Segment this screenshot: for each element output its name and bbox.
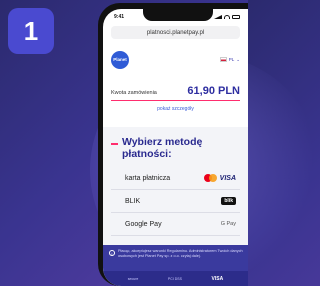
method-label: BLIK — [125, 197, 141, 205]
method-label: Google Pay — [125, 220, 162, 228]
phone-frame: 9:41 platnosci.planetpay.pl Planet PL ⌄ … — [98, 3, 248, 286]
language-code: PL — [228, 57, 235, 62]
mastercard-visa-logos: VISA — [203, 174, 236, 183]
phone-screen: 9:41 platnosci.planetpay.pl Planet PL ⌄ … — [103, 9, 248, 286]
wifi-icon — [224, 15, 230, 19]
payment-methods-panel: Wybierz metodę płatności: karta płatnicz… — [103, 127, 248, 245]
security-footer: secure PCI DSS VISA — [103, 271, 248, 286]
step-number-badge: 1 — [8, 8, 54, 54]
planet-logo: Planet — [111, 50, 129, 69]
payment-methods-title: Wybierz metodę płatności: — [111, 136, 240, 160]
battery-icon — [232, 15, 240, 19]
title-line-2: płatności: — [122, 147, 172, 160]
method-google-pay[interactable]: Google Pay G Pay — [111, 213, 240, 237]
blik-logo: blik — [221, 197, 236, 206]
phone-notch — [143, 9, 213, 21]
step-number: 1 — [23, 15, 39, 46]
consent-text: Płacąc, akceptujesz warunki Regulaminu. … — [118, 249, 243, 259]
language-selector[interactable]: PL ⌄ — [219, 56, 240, 63]
logo-text: Planet — [113, 57, 127, 62]
payment-methods-list: karta płatnicza VISA BLIK blik Google Pa… — [111, 167, 240, 237]
mastercard-icon — [203, 174, 217, 183]
poland-flag-icon — [219, 57, 227, 62]
footer-item-visa: VISA — [211, 275, 224, 282]
url-text: platnosci.planetpay.pl — [146, 29, 205, 36]
method-blik[interactable]: BLIK blik — [111, 190, 240, 214]
footer-item-secure: secure — [127, 276, 139, 281]
title-line-1: Wybierz metodę — [122, 136, 203, 148]
status-icons — [214, 15, 240, 19]
order-amount: Kwota zamówienia 61,90 PLN — [111, 81, 240, 101]
footer-item-pci: PCI DSS — [167, 276, 182, 281]
visa-logo: VISA — [219, 174, 236, 182]
chevron-down-icon: ⌄ — [236, 56, 240, 62]
amount-value: 61,90 PLN — [187, 85, 240, 97]
show-details-link[interactable]: pokaż szczegóły — [103, 106, 248, 112]
google-pay-logo: G Pay — [220, 221, 236, 228]
consent-notice: i Płacąc, akceptujesz warunki Regulaminu… — [103, 245, 248, 271]
method-label: karta płatnicza — [125, 174, 171, 182]
title-accent-dash — [111, 143, 118, 145]
status-time: 9:41 — [114, 14, 125, 20]
browser-url-bar[interactable]: platnosci.planetpay.pl — [111, 26, 240, 39]
amount-label: Kwota zamówienia — [111, 90, 157, 96]
info-icon: i — [109, 250, 115, 256]
signal-icon — [214, 15, 222, 19]
method-card[interactable]: karta płatnicza VISA — [111, 167, 240, 191]
gateway-header: Planet PL ⌄ — [103, 39, 248, 73]
